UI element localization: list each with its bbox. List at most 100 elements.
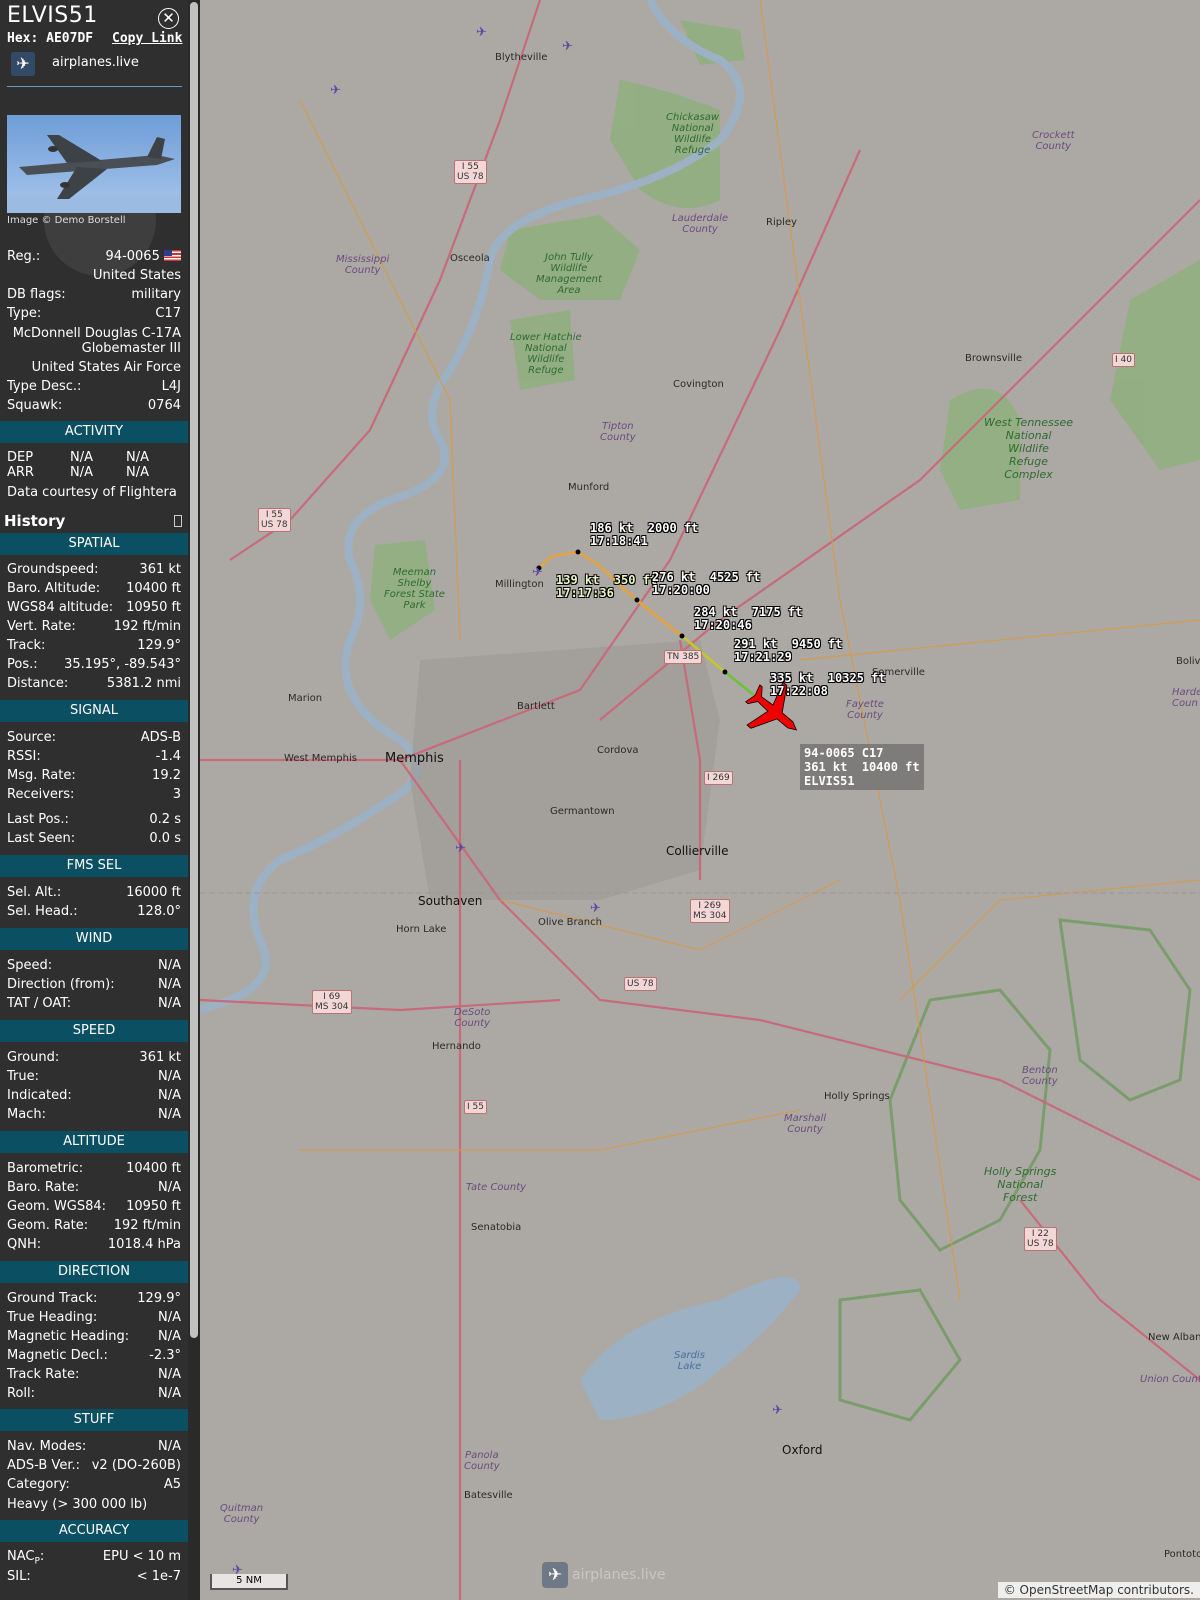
shield-i22-us78: I 22 US 78 <box>1024 1227 1057 1251</box>
spatial-row-label: Vert. Rate: <box>7 619 76 634</box>
sidebar-scrollbar[interactable] <box>188 0 200 1600</box>
airplanes-live-logo-icon[interactable]: ✈ <box>11 52 35 76</box>
track-label-1: 186 kt 2000 ft 17:18:41 <box>590 522 698 548</box>
city-bartlett: Bartlett <box>517 701 555 712</box>
wind-row-label: Speed: <box>7 958 53 973</box>
spatial-row: WGS84 altitude: 10950 ft <box>7 600 181 619</box>
aircraft-image <box>7 135 181 213</box>
county-hardeman: Harde Coun <box>1172 687 1200 709</box>
altitude-row-value: 10950 ft <box>126 1199 181 1214</box>
city-collierville: Collierville <box>666 844 729 858</box>
nacp-label-text: NAC <box>7 1549 35 1564</box>
spatial-row: Vert. Rate: 192 ft/min <box>7 619 181 638</box>
county-quitman: Quitman County <box>220 1503 264 1525</box>
track-label-1-time: 17:18:41 <box>590 534 648 548</box>
city-horn-lake: Horn Lake <box>396 924 447 935</box>
city-holly-springs: Holly Springs <box>824 1091 890 1102</box>
wind-row-value: N/A <box>158 958 181 973</box>
city-southaven: Southaven <box>418 894 483 908</box>
altitude-row: Geom. Rate: 192 ft/min <box>7 1218 181 1237</box>
direction-row: True Heading: N/A <box>7 1310 181 1329</box>
history-expand-icon[interactable] <box>174 515 182 527</box>
city-batesville: Batesville <box>464 1490 513 1501</box>
dbflags-row: DB flags: military <box>7 287 181 306</box>
aircraft-tag-line1: 94-0065 C17 <box>804 746 884 760</box>
nacp-label-colon: : <box>39 1549 45 1564</box>
map-view[interactable]: ✈ ✈ ✈ ✈ ✈ ✈ ✈ ✈ Blytheville Osceola Ripl… <box>200 0 1200 1600</box>
city-osceola: Osceola <box>450 253 490 264</box>
direction-row-value: N/A <box>158 1310 181 1325</box>
nacp-value: EPU < 10 m <box>102 1549 181 1564</box>
section-accuracy: ACCURACY <box>0 1520 188 1542</box>
section-wind: WIND <box>0 928 188 950</box>
fms-row-label: Sel. Head.: <box>7 904 78 919</box>
signal-row-value: 19.2 <box>152 768 181 783</box>
nacp-row: NACP: EPU < 10 m <box>7 1549 181 1568</box>
spatial-row-label: Track: <box>7 638 46 653</box>
svg-text:✈: ✈ <box>455 841 466 856</box>
county-fayette: Fayette County <box>846 699 884 721</box>
history-toggle[interactable]: History <box>0 509 188 533</box>
park-lower-hatchie: Lower Hatchie National Wildlife Refuge <box>510 332 582 376</box>
altitude-row-value: 1018.4 hPa <box>107 1237 181 1252</box>
airplanes-live-link[interactable]: airplanes.live <box>52 55 139 70</box>
section-fms: FMS SEL <box>0 855 188 877</box>
fms-row-value: 128.0° <box>137 904 181 919</box>
stuff-row-label: Nav. Modes: <box>7 1439 87 1454</box>
wind-row-label: TAT / OAT: <box>7 996 72 1011</box>
direction-row: Roll: N/A <box>7 1386 181 1405</box>
spatial-row: Pos.: 35.195°, -89.543° <box>7 657 181 676</box>
city-brownsville: Brownsville <box>965 353 1023 364</box>
signal-row-label: Source: <box>7 730 57 745</box>
arr-value-1: N/A <box>70 465 93 480</box>
altitude-row: QNH: 1018.4 hPa <box>7 1237 181 1256</box>
park-holly-springs-forest: Holly Springs National Forest <box>984 1165 1057 1204</box>
shield-i55-south: I 55 <box>464 1100 487 1114</box>
county-crockett: Crockett County <box>1032 130 1075 152</box>
direction-row-value: 129.9° <box>137 1291 181 1306</box>
city-olive-branch: Olive Branch <box>538 917 602 928</box>
shield-i69-ms304: I 69 MS 304 <box>312 990 352 1014</box>
park-areas <box>370 20 1200 640</box>
spatial-row-label: WGS84 altitude: <box>7 600 114 615</box>
speed-row-value: N/A <box>158 1088 181 1103</box>
city-pontotoc: Pontoto <box>1164 1549 1200 1560</box>
flightera-link[interactable]: Flightera <box>119 485 177 500</box>
typedesc-label: Type Desc.: <box>7 379 82 394</box>
signal-row-value: -1.4 <box>155 749 181 764</box>
spatial-row-value: 129.9° <box>137 638 181 653</box>
dep-label: DEP <box>7 450 34 465</box>
aircraft-photo[interactable] <box>7 115 181 213</box>
aircraft-info-panel: ELVIS51 ✕ Hex: AE07DF Copy Link ✈ airpla… <box>0 0 188 1600</box>
spatial-row-value: 10400 ft <box>126 581 181 596</box>
city-millington: Millington <box>495 579 544 590</box>
copy-link[interactable]: Copy Link <box>112 31 182 46</box>
courtesy-text: Data courtesy of <box>7 485 116 500</box>
city-blytheville: Blytheville <box>495 52 548 63</box>
photo-caption: Image © Demo Borstell <box>7 215 126 226</box>
section-direction: DIRECTION <box>0 1261 188 1283</box>
altitude-row: Barometric: 10400 ft <box>7 1161 181 1180</box>
sil-row: SIL: < 1e-7 <box>7 1569 181 1588</box>
callsign-title: ELVIS51 <box>7 3 98 28</box>
county-benton: Benton County <box>1022 1065 1058 1087</box>
sil-label: SIL: <box>7 1569 31 1584</box>
reg-number: 94-0065 <box>105 249 160 264</box>
direction-row: Ground Track: 129.9° <box>7 1291 181 1310</box>
openstreetmap-link[interactable]: OpenStreetMap <box>1020 1583 1114 1597</box>
track-label-6-time: 17:22:08 <box>770 684 828 698</box>
spatial-row: Track: 129.9° <box>7 638 181 657</box>
signal-row-label: Last Seen: <box>7 831 76 846</box>
track-label-4-time: 17:20:46 <box>694 618 752 632</box>
track-label-5-speed-alt: 291 kt 9450 ft <box>734 637 843 651</box>
aircraft-tag-label[interactable]: 94-0065 C17 361 kt 10400 ft ELVIS51 <box>800 744 924 790</box>
shield-i269-ms304: I 269 MS 304 <box>690 899 730 923</box>
park-sardis-lake: Sardis Lake <box>674 1350 705 1372</box>
spatial-row-label: Groundspeed: <box>7 562 99 577</box>
data-courtesy: Data courtesy of Flightera <box>7 485 177 500</box>
speed-row: Mach: N/A <box>7 1107 181 1126</box>
signal-row-value: 0.0 s <box>149 831 181 846</box>
sidebar-scroll-thumb[interactable] <box>190 2 198 1338</box>
city-cordova: Cordova <box>597 745 639 756</box>
close-icon[interactable]: ✕ <box>158 8 179 29</box>
